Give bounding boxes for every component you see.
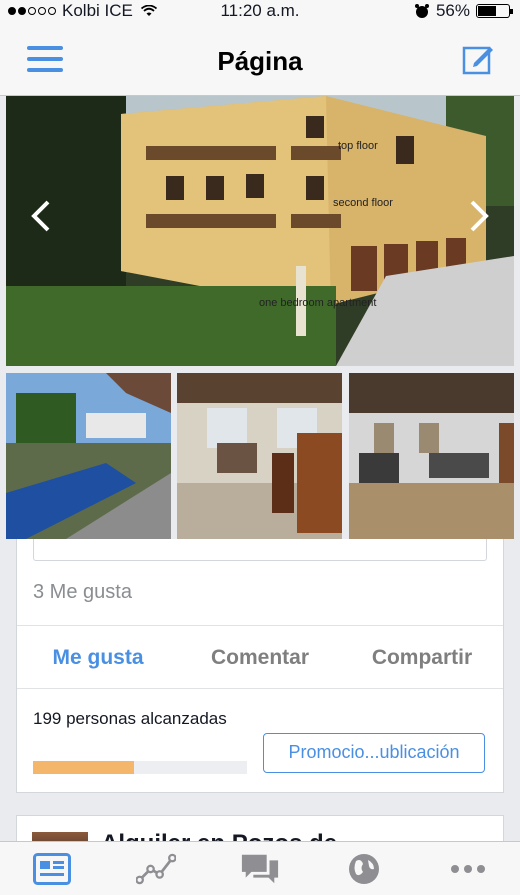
thumbnail-row — [6, 373, 514, 539]
thumbnail-pool[interactable] — [6, 373, 171, 539]
previous-arrow-icon[interactable] — [28, 196, 54, 236]
next-arrow-icon[interactable] — [466, 196, 492, 236]
likes-count[interactable]: 3 Me gusta — [33, 581, 132, 604]
insights-icon[interactable] — [136, 849, 176, 889]
comment-button[interactable]: Comentar — [179, 626, 341, 688]
notifications-globe-icon[interactable] — [344, 849, 384, 889]
promote-post-button[interactable]: Promocio...ublicación — [263, 733, 485, 773]
action-row: Me gusta Comentar Compartir — [17, 625, 503, 689]
news-feed-icon[interactable] — [32, 849, 72, 889]
caption-box — [33, 539, 487, 561]
nav-bar: Página — [0, 22, 520, 96]
alarm-clock-icon — [414, 4, 429, 18]
more-icon[interactable] — [448, 849, 488, 889]
second-floor-label: second floor — [333, 197, 393, 209]
reach-progress-fill — [33, 761, 134, 774]
page-title: Página — [217, 46, 303, 76]
like-button[interactable]: Me gusta — [17, 626, 179, 688]
compose-icon[interactable] — [462, 43, 494, 75]
status-bar: Kolbi ICE 11:20 a.m. 56% — [0, 0, 520, 22]
status-right: 56% — [414, 1, 513, 21]
building-photo: top floor second floor one bedroom apart… — [6, 96, 514, 366]
share-button[interactable]: Compartir — [341, 626, 503, 688]
thumbnail-living-room[interactable] — [348, 373, 514, 539]
reach-text: 199 personas alcanzadas — [33, 709, 227, 728]
thumbnail-bar[interactable] — [177, 373, 343, 539]
tab-bar — [0, 841, 520, 895]
reach-progress-bar — [33, 761, 247, 774]
post-card: 3 Me gusta Me gusta Comentar Compartir 1… — [16, 539, 504, 793]
messages-icon[interactable] — [240, 849, 280, 889]
top-floor-label: top floor — [338, 140, 378, 152]
main-photo[interactable]: top floor second floor one bedroom apart… — [6, 96, 514, 366]
battery-icon — [476, 4, 513, 18]
apartment-label: one bedroom apartment — [259, 297, 376, 309]
battery-percent: 56% — [435, 1, 470, 20]
